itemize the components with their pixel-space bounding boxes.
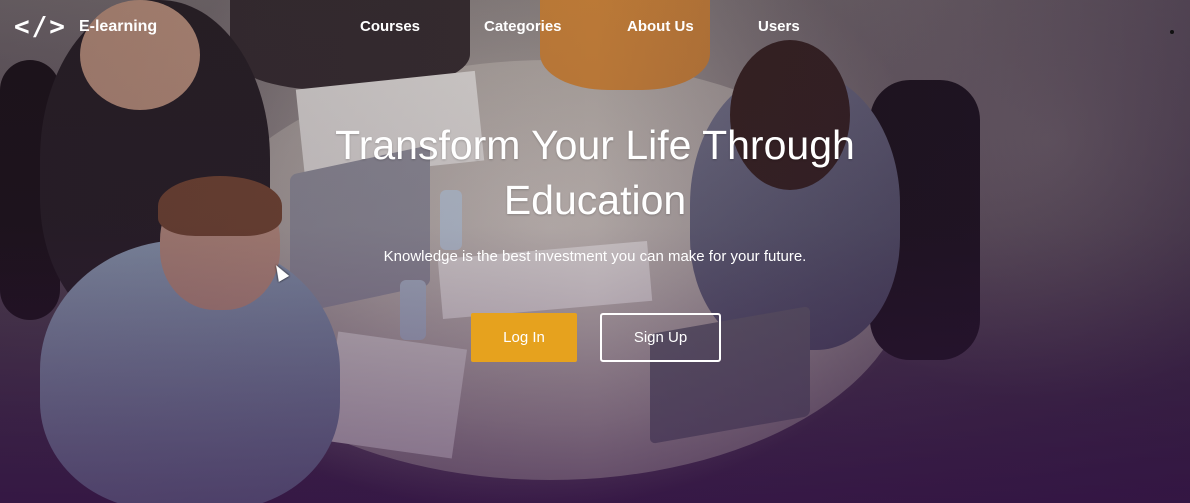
nav-item-courses[interactable]: Courses [360,18,420,35]
hero-title: Transform Your Life Through Education [335,122,855,223]
hero-subtitle: Knowledge is the best investment you can… [383,248,807,265]
signup-button[interactable]: Sign Up [600,313,721,362]
nav-item-categories[interactable]: Categories [484,18,562,35]
nav-item-about-us[interactable]: About Us [627,18,694,35]
nav-item-users[interactable]: Users [758,18,800,35]
nav-menu: Courses Categories About Us Users [0,18,1190,38]
login-button[interactable]: Log In [471,313,577,362]
dot-marker [1170,30,1174,34]
navbar: </> E-learning Courses Categories About … [0,0,1190,60]
